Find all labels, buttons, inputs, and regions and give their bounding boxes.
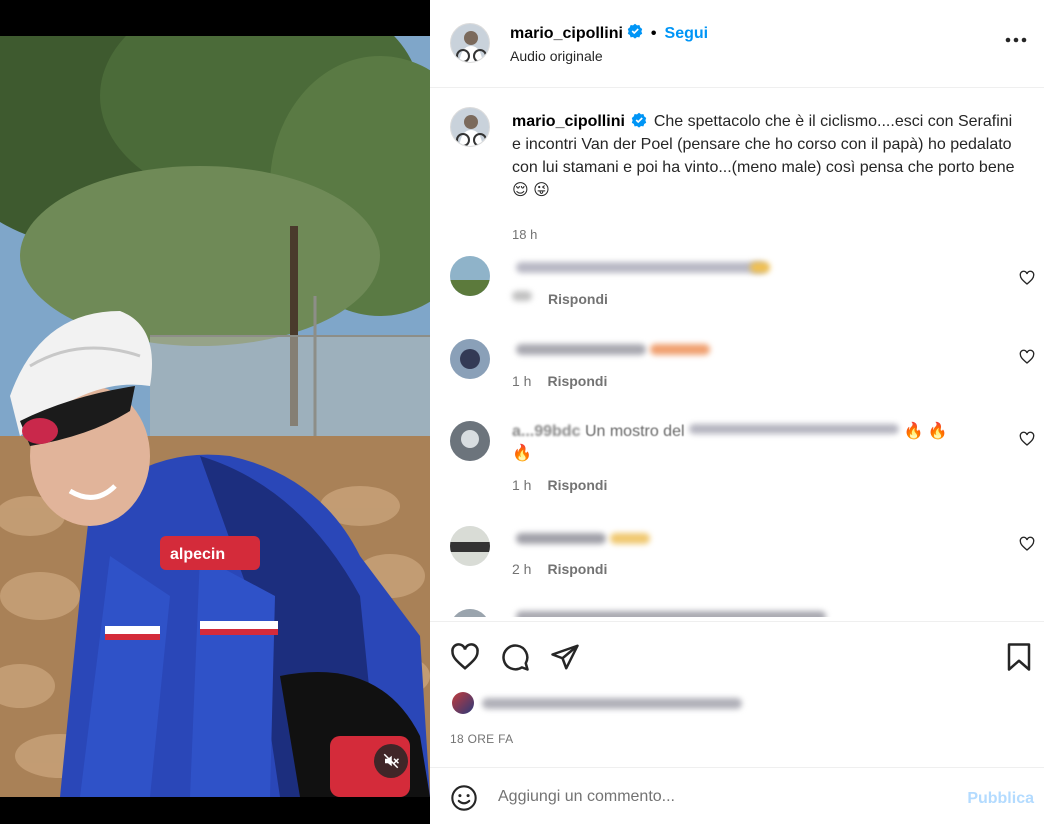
commenter-avatar[interactable] xyxy=(450,609,490,617)
comment-item: Rispondi xyxy=(450,256,1035,326)
like-comment-button[interactable] xyxy=(1019,536,1035,552)
caption-author-avatar[interactable] xyxy=(450,107,490,147)
comment-text: Un mostro del xyxy=(584,423,685,440)
blurred-liked-by-text xyxy=(482,698,742,709)
post-header: mario_cipollini • Segui Audio originale xyxy=(430,0,1044,88)
post-actions: 18 ORE FA xyxy=(430,621,1044,767)
emoji-icon xyxy=(451,785,477,811)
svg-text:alpecin: alpecin xyxy=(170,546,225,563)
verified-badge-icon xyxy=(627,23,643,44)
author-line: mario_cipollini • Segui xyxy=(510,23,708,44)
commenter-avatar[interactable] xyxy=(450,339,490,379)
blurred-emoji xyxy=(610,533,650,544)
audio-label[interactable]: Audio originale xyxy=(510,48,603,64)
blurred-emoji xyxy=(650,344,710,355)
comment-timestamp[interactable]: 1 h xyxy=(512,477,531,493)
volume-muted-icon xyxy=(383,753,400,769)
liker-avatar xyxy=(452,692,474,714)
comment-item: 1 h Rispondi xyxy=(450,339,1035,409)
comment-text-block: a...99bdc Un mostro del 🔥 🔥 🔥 xyxy=(512,421,962,465)
more-options-icon xyxy=(1005,37,1027,43)
blurred-comment-text xyxy=(516,533,606,544)
blurred-comment-text xyxy=(688,424,899,434)
heart-outline-icon xyxy=(1019,431,1035,446)
reply-button[interactable]: Rispondi xyxy=(547,373,607,389)
like-comment-button[interactable] xyxy=(1019,431,1035,447)
emoji-picker-button[interactable] xyxy=(450,784,478,812)
like-comment-button[interactable] xyxy=(1019,270,1035,286)
caption-text-block: mario_cipollini Che spettacolo che è il … xyxy=(512,110,1022,202)
comments-list[interactable]: mario_cipollini Che spettacolo che è il … xyxy=(430,89,1044,617)
comment-meta: 1 h Rispondi xyxy=(512,373,607,389)
avatar-image xyxy=(450,609,490,617)
share-icon xyxy=(551,644,579,670)
comment-input[interactable] xyxy=(498,784,948,810)
avatar-image xyxy=(450,421,490,461)
video-player[interactable]: alpecin xyxy=(0,36,430,797)
avatar-image xyxy=(451,24,489,62)
blurred-comment-text xyxy=(516,344,646,355)
video-frame: alpecin xyxy=(0,36,430,797)
reply-button[interactable]: Rispondi xyxy=(547,477,607,493)
blurred-time xyxy=(512,291,532,301)
liked-by-row[interactable] xyxy=(450,690,750,716)
caption-username[interactable]: mario_cipollini xyxy=(512,113,625,130)
commenter-avatar[interactable] xyxy=(450,421,490,461)
commenter-avatar[interactable] xyxy=(450,526,490,566)
comment-item: 2 h Rispondi xyxy=(450,526,1035,596)
more-options-button[interactable] xyxy=(1004,28,1028,52)
publish-button[interactable]: Pubblica xyxy=(967,790,1034,808)
follow-button[interactable]: Segui xyxy=(665,25,709,43)
like-button[interactable] xyxy=(450,642,480,672)
heart-outline-icon xyxy=(1019,349,1035,364)
avatar-image xyxy=(450,256,490,296)
separator-dot: • xyxy=(650,24,657,42)
reply-button[interactable]: Rispondi xyxy=(548,291,608,307)
blurred-emoji xyxy=(750,262,770,273)
blurred-comment-text xyxy=(516,262,766,273)
avatar-image xyxy=(450,526,490,566)
heart-outline-icon xyxy=(1019,270,1035,285)
heart-icon xyxy=(451,643,479,670)
comment-button[interactable] xyxy=(500,642,530,672)
comment-meta: Rispondi xyxy=(512,291,608,307)
bookmark-icon xyxy=(1007,643,1031,671)
reply-button[interactable]: Rispondi xyxy=(547,561,607,577)
heart-outline-icon xyxy=(1019,536,1035,551)
author-username[interactable]: mario_cipollini xyxy=(510,25,623,43)
verified-badge-icon xyxy=(632,112,647,128)
comment-icon xyxy=(502,644,529,671)
caption-timestamp[interactable]: 18 h xyxy=(512,227,537,242)
post-details-panel: mario_cipollini • Segui Audio originale xyxy=(430,0,1044,824)
commenter-username[interactable]: a...99bdc xyxy=(512,423,580,440)
comment-item-partial xyxy=(450,609,1035,617)
blurred-comment-text xyxy=(516,611,826,617)
add-comment-bar: Pubblica xyxy=(430,767,1044,824)
comment-meta: 1 h Rispondi xyxy=(512,477,607,493)
post-media: alpecin xyxy=(0,0,430,824)
comment-timestamp[interactable]: 2 h xyxy=(512,561,531,577)
comment-meta: 2 h Rispondi xyxy=(512,561,607,577)
author-avatar[interactable] xyxy=(450,23,490,63)
comment-timestamp[interactable]: 1 h xyxy=(512,373,531,389)
post-timestamp[interactable]: 18 ORE FA xyxy=(450,732,513,746)
comment-item: a...99bdc Un mostro del 🔥 🔥 🔥 1 h Rispon… xyxy=(450,421,1035,511)
share-button[interactable] xyxy=(550,642,580,672)
avatar-image xyxy=(451,108,489,146)
save-button[interactable] xyxy=(1004,642,1034,672)
like-comment-button[interactable] xyxy=(1019,349,1035,365)
commenter-avatar[interactable] xyxy=(450,256,490,296)
avatar-image xyxy=(450,339,490,379)
mute-toggle-button[interactable] xyxy=(374,744,408,778)
